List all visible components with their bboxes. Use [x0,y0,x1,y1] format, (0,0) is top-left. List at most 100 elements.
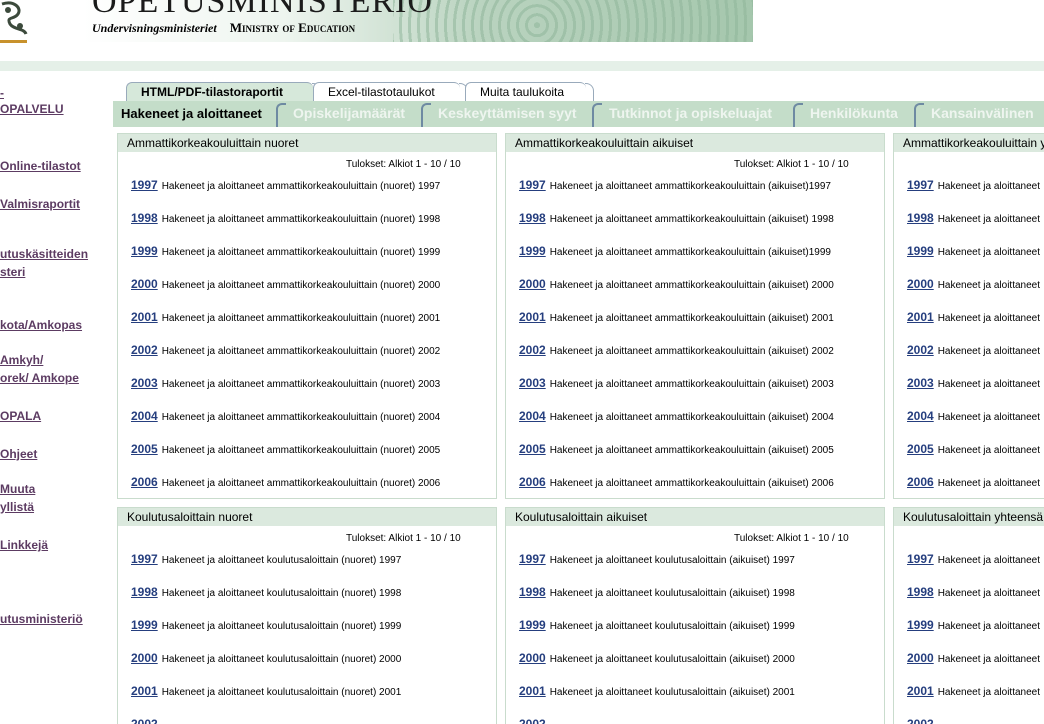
year-link[interactable]: 2005 [131,442,158,456]
report-title: Hakeneet ja aloittaneet ammattikorkeakou… [549,478,834,489]
year-link[interactable]: 2002 [907,343,934,357]
year-link[interactable]: 1999 [131,244,158,258]
sidebar-item-muuta-2[interactable]: yllistä [0,498,34,516]
report-list: 1997 Hakeneet ja aloittaneet 1998 Hakeneet… [907,178,1040,498]
year-link[interactable]: 1997 [907,178,934,192]
sidebar-item-ohjeet[interactable]: Ohjeet [0,445,37,463]
list-item: 1997 Hakeneet ja aloittaneet [907,178,1040,211]
subnav-separator [914,103,924,127]
year-link[interactable]: 1998 [131,585,158,599]
subnav-keskeyttaminen[interactable]: Keskeyttämisen syyt [438,105,577,121]
report-title: Hakeneet ja aloittaneet ammattikorkeakou… [549,247,831,258]
year-link[interactable]: 2001 [907,310,934,324]
year-link[interactable]: 1997 [131,178,158,192]
year-link[interactable]: 2004 [519,409,546,423]
year-link[interactable]: 1998 [907,585,934,599]
tab-muita[interactable]: Muita taulukoita [465,82,594,103]
year-link[interactable]: 2006 [907,475,934,489]
year-link[interactable]: 1998 [907,211,934,225]
year-link[interactable]: 2000 [131,651,158,665]
year-link[interactable]: 2005 [907,442,934,456]
sidebar-item-amkyh[interactable]: Amkyh/ [0,351,43,369]
year-link[interactable]: 2000 [131,277,158,291]
subnav-tutkinnot[interactable]: Tutkinnot ja opiskeluajat [609,105,772,121]
list-item: 1997 Hakeneet ja aloittaneet ammattikorke… [131,178,440,211]
sidebar-item-amkopas[interactable]: kota/Amkopas [0,316,82,334]
sidebar-item-kasitteiden[interactable]: utuskäsitteiden [0,245,88,263]
year-link[interactable]: 1999 [519,618,546,632]
sidebar-item-rekisteri[interactable]: steri [0,263,25,281]
report-title: Hakeneet ja aloittaneet [937,687,1040,698]
subnav-opiskelijamaarat[interactable]: Opiskelijamäärät [293,105,405,121]
year-link[interactable]: 1997 [907,552,934,566]
report-title: Hakeneet ja aloittaneet ammattikorkeakou… [549,379,834,390]
sidebar-item-opala[interactable]: OPALA [0,407,41,425]
year-link[interactable]: 1997 [131,552,158,566]
year-link[interactable]: 1997 [519,178,546,192]
year-link[interactable]: 2002 [131,343,158,357]
list-item: 2004 Hakeneet ja aloittaneet [907,409,1040,442]
panel-title: Ammattikorkeakouluittain aikuiset [506,134,884,152]
year-link[interactable]: 2000 [907,277,934,291]
sidebar-item-valmisraportit[interactable]: Valmisraportit [0,195,80,213]
year-link[interactable]: 2003 [131,376,158,390]
year-link[interactable]: 2006 [131,475,158,489]
sidebar-item-online-tilastot[interactable]: Online-tilastot [0,157,81,175]
year-link[interactable]: 2003 [907,376,934,390]
year-link[interactable]: 2000 [519,651,546,665]
year-link[interactable]: 1999 [131,618,158,632]
year-link[interactable]: 2005 [519,442,546,456]
header-divider [0,61,1044,71]
panel-amk-yhteensa: Ammattikorkeakouluittain yhteensä 1997Ha… [893,133,1044,499]
year-link[interactable]: 2001 [519,684,546,698]
year-link[interactable]: 2006 [519,475,546,489]
report-title: Hakeneet ja aloittaneet [937,247,1040,258]
list-item: 2001 Hakeneet ja aloittaneet [907,684,1040,717]
list-item: 1999 Hakeneet ja aloittaneet koulutusaloi… [519,618,795,651]
results-count: Tulokset: Alkiot 1 - 10 / 10 [734,159,849,170]
list-item: 2003 Hakeneet ja aloittaneet [907,376,1040,409]
subnav-kansainvalinen[interactable]: Kansainvälinen [931,105,1034,121]
year-link[interactable]: 2001 [131,310,158,324]
year-link[interactable]: 2001 [519,310,546,324]
year-link[interactable]: 1998 [519,585,546,599]
year-link[interactable]: 2001 [907,684,934,698]
results-count: Tulokset: Alkiot 1 - 10 / 10 [346,159,461,170]
year-link[interactable]: 1999 [907,244,934,258]
sidebar-item-linkkeja[interactable]: Linkkejä [0,536,48,554]
year-link[interactable]: 1997 [519,552,546,566]
report-title: Hakeneet ja aloittaneet [937,621,1040,632]
year-link[interactable]: 1998 [519,211,546,225]
year-link[interactable]: 2000 [907,651,934,665]
year-link[interactable]: 2004 [907,409,934,423]
report-title: Hakeneet ja aloittaneet ammattikorkeakou… [161,478,441,489]
sidebar-item-opetusministerio[interactable]: utusministeriö [0,610,83,628]
sidebar-item-amkope[interactable]: orek/ Amkope [0,369,79,387]
report-title: Hakeneet ja aloittaneet koulutusaloittai… [161,621,402,632]
list-item: 2006 Hakeneet ja aloittaneet ammattikorke… [519,475,834,498]
year-link[interactable]: 2002 [519,343,546,357]
subnav-hakeneet[interactable]: Hakeneet ja aloittaneet [121,106,262,121]
year-link[interactable]: 2004 [131,409,158,423]
list-item: 2002 Hakeneet ja aloittaneet ammattikorke… [519,343,834,376]
year-link[interactable]: 2001 [131,684,158,698]
sidebar-item-opalvelu[interactable]: OPALVELU [0,100,64,118]
year-link[interactable]: 1998 [131,211,158,225]
year-link[interactable]: 2000 [519,277,546,291]
report-title: Hakeneet ja aloittaneet ammattikorkeakou… [161,445,441,456]
sidebar-item-muuta[interactable]: Muuta [0,480,35,498]
report-title: Hakeneet ja aloittaneet koulutusaloittai… [161,654,402,665]
year-link[interactable]: 1999 [519,244,546,258]
subnav-henkilokunta[interactable]: Henkilökunta [810,105,898,121]
tab-excel[interactable]: Excel-tilastotaulukot [313,82,468,103]
tab-html-pdf[interactable]: HTML/PDF-tilastoraportit [126,82,321,103]
list-item: 2006 Hakeneet ja aloittaneet [907,475,1040,498]
year-link[interactable]: 1999 [907,618,934,632]
report-title: Hakeneet ja aloittaneet koulutusaloittai… [549,687,795,698]
report-title: Hakeneet ja aloittaneet ammattikorkeakou… [549,346,834,357]
ministry-logo [1,1,28,35]
ministry-subtitle: Undervisningsministeriet Ministry of Edu… [92,20,355,36]
year-link[interactable]: 2003 [519,376,546,390]
report-title: Hakeneet ja aloittaneet ammattikorkeakou… [161,412,441,423]
list-item: 1998 Hakeneet ja aloittaneet ammattikorke… [519,211,834,244]
